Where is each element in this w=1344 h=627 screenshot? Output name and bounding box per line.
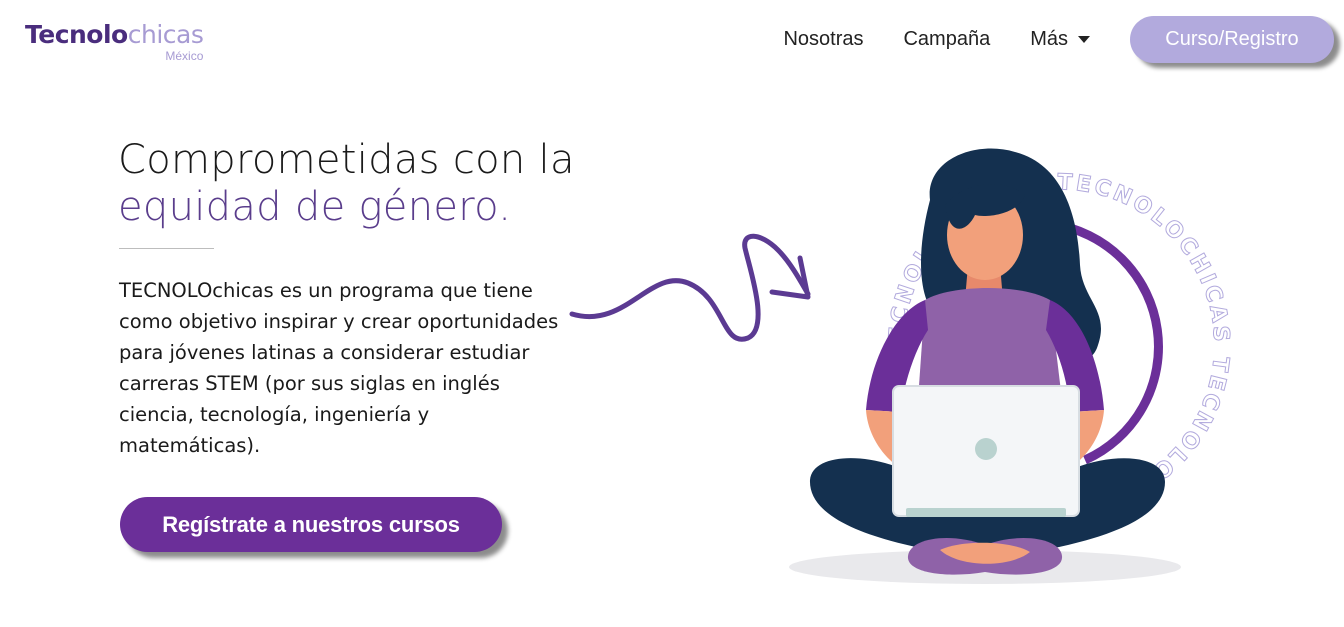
squiggle-arrow-icon xyxy=(569,233,811,342)
laptop-logo-icon xyxy=(975,438,997,460)
torso xyxy=(918,287,1062,400)
laptop-base xyxy=(906,508,1066,517)
hero-illustration: TECNOLOCHICAS TECNOLOCHICAS TECNOLOCHICA… xyxy=(0,0,1231,584)
